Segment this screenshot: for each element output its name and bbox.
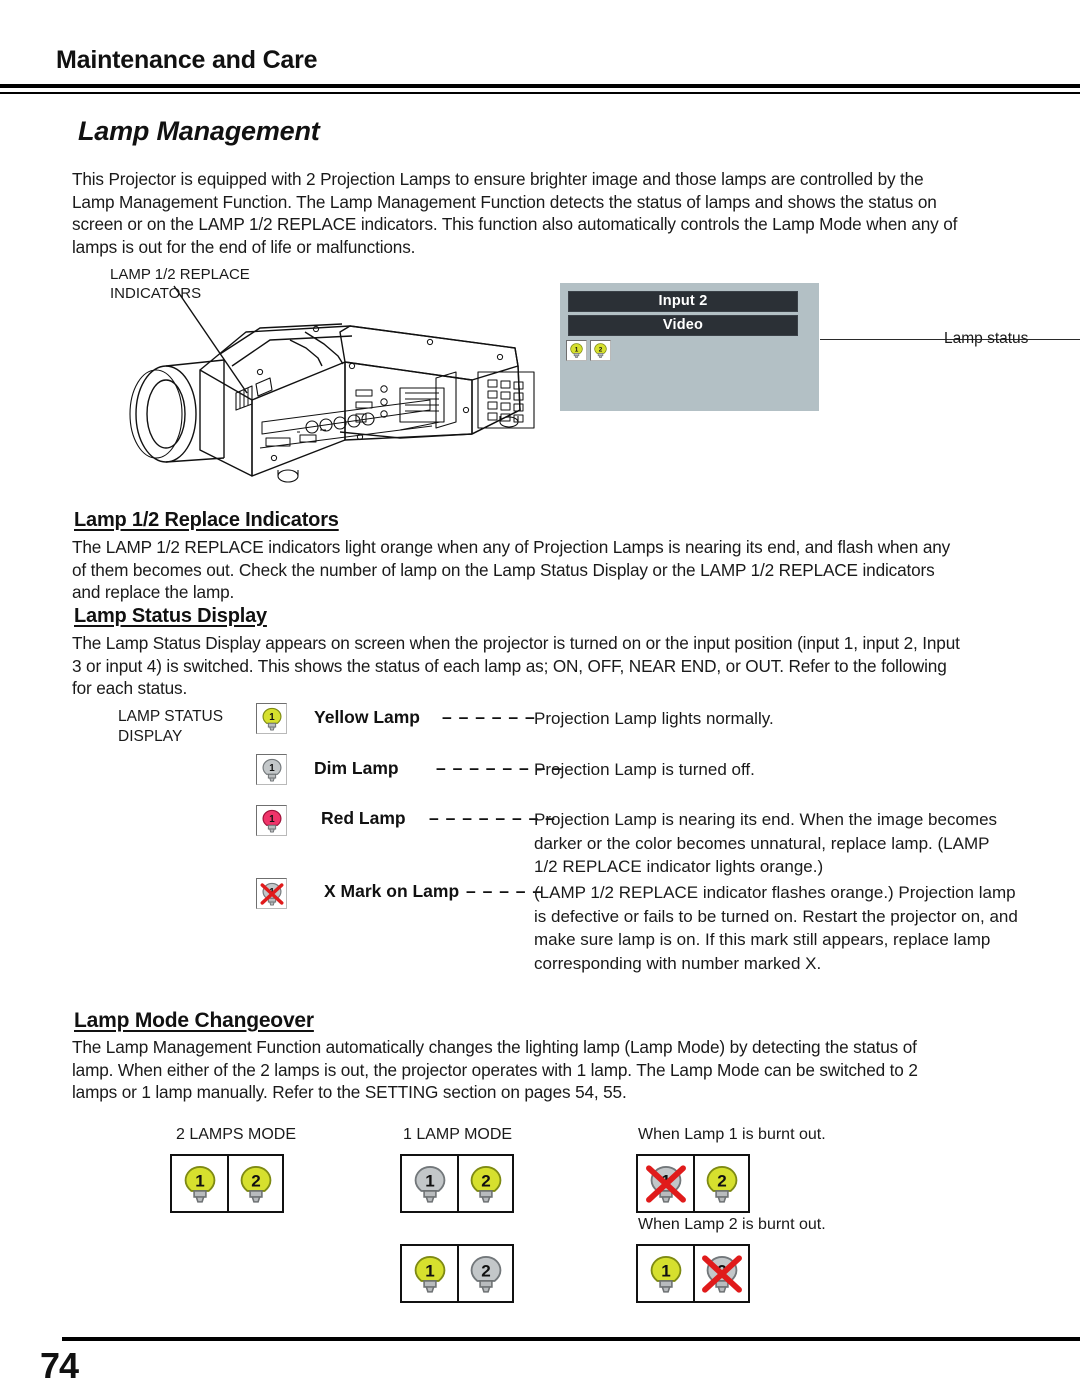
legend-term-yellow: Yellow Lamp	[314, 707, 420, 727]
lamp-red-icon: 1	[256, 805, 287, 836]
svg-text:1: 1	[269, 763, 275, 774]
mode-pair-lamp-1-burnt: 1 2	[636, 1154, 750, 1213]
svg-text:1: 1	[269, 712, 275, 723]
mode-pair-2-lamps: 1 2	[170, 1154, 284, 1213]
lamp-status-chip-1: 1	[566, 340, 587, 361]
lamp-mode-diagrams: 2 LAMPS MODE 1 2 1 LAMP MODE 1 2 1 2 Whe…	[150, 1126, 1030, 1326]
lamp-yellow-icon: 1	[256, 703, 287, 734]
legend-term-dim: Dim Lamp	[314, 758, 399, 778]
legend-desc-yellow: Projection Lamp lights normally.	[534, 709, 774, 728]
svg-text:1: 1	[425, 1261, 434, 1280]
chapter-title: Maintenance and Care	[56, 46, 318, 74]
mode-cell-lamp-2-off: 2	[457, 1246, 512, 1301]
legend-desc-red: Projection Lamp is nearing its end. When…	[534, 810, 998, 876]
legend-term-red: Red Lamp	[321, 808, 406, 828]
heading-replace-indicators: Lamp 1/2 Replace Indicators	[74, 509, 339, 531]
mode-pair-lamp-2-burnt: 1 2	[636, 1244, 750, 1303]
mode-title-lamp-1-burnt: When Lamp 1 is burnt out.	[638, 1126, 826, 1143]
osd-input-bar: Input 2	[568, 291, 798, 312]
svg-text:1: 1	[661, 1261, 670, 1280]
svg-text:2: 2	[481, 1171, 490, 1190]
replace-indicators-paragraph: The LAMP 1/2 REPLACE indicators light or…	[72, 537, 951, 603]
mode-title-1-lamp: 1 LAMP MODE	[403, 1126, 513, 1143]
svg-text:1: 1	[195, 1171, 204, 1190]
legend-dashes-x-mark: – – – – –	[466, 881, 544, 901]
legend-desc-dim: Projection Lamp is turned off.	[534, 760, 755, 779]
osd-panel: Input 2 Video 1 2	[560, 283, 1080, 411]
lamp-status-display-caption: LAMP STATUS DISPLAY	[118, 708, 224, 745]
mode-cell-lamp-1-off: 1	[402, 1156, 457, 1211]
intro-paragraph: This Projector is equipped with 2 Projec…	[72, 169, 958, 257]
lamp-status-chip-2: 2	[590, 340, 611, 361]
svg-text:2: 2	[251, 1171, 260, 1190]
svg-text:2: 2	[481, 1261, 490, 1280]
mode-title-lamp-2-burnt: When Lamp 2 is burnt out.	[638, 1216, 826, 1233]
legend-dashes-yellow: – – – – – –	[442, 707, 536, 727]
svg-text:2: 2	[717, 1171, 726, 1190]
lamp-mode-paragraph: The Lamp Management Function automatical…	[72, 1037, 918, 1103]
lamp-status-display-paragraph: The Lamp Status Display appears on scree…	[72, 633, 960, 699]
heading-lamp-mode-changeover: Lamp Mode Changeover	[74, 1009, 314, 1032]
lamp-replace-indicators-callout: LAMP 1/2 REPLACE INDICATORS	[110, 266, 250, 302]
svg-text:1: 1	[269, 814, 275, 825]
lamp-x-mark-icon: 1	[256, 878, 287, 909]
mode-cell-lamp-1-on: 1	[638, 1246, 693, 1301]
mode-cell-lamp-2-on: 2	[457, 1156, 512, 1211]
header-rule-thick	[0, 84, 1080, 88]
mode-cell-lamp-2-on: 2	[693, 1156, 748, 1211]
osd-lamp-status-group: 1 2	[566, 340, 611, 361]
page-title: Lamp Management	[78, 116, 320, 146]
on-screen-display-figure: Input 2 Video 1 2	[560, 283, 1080, 411]
svg-text:1: 1	[575, 346, 579, 353]
mode-cell-lamp-1-x: 1	[638, 1156, 693, 1211]
lamp-dim-icon: 1	[256, 754, 287, 785]
mode-cell-lamp-2-on: 2	[227, 1156, 282, 1211]
page-number: 74	[40, 1345, 79, 1386]
osd-source-bar: Video	[568, 315, 798, 336]
legend-term-x-mark: X Mark on Lamp	[324, 881, 460, 901]
mode-pair-1-lamp-b: 1 2	[400, 1244, 514, 1303]
svg-text:2: 2	[599, 346, 603, 353]
mode-cell-lamp-1-on: 1	[402, 1246, 457, 1301]
footer-rule	[62, 1337, 1080, 1341]
mode-title-2-lamps: 2 LAMPS MODE	[176, 1126, 297, 1143]
mode-cell-lamp-1-on: 1	[172, 1156, 227, 1211]
lamp-status-label: Lamp status	[944, 330, 1029, 347]
mode-cell-lamp-2-x: 2	[693, 1246, 748, 1301]
heading-lamp-status-display: Lamp Status Display	[74, 605, 267, 627]
mode-pair-1-lamp-a: 1 2	[400, 1154, 514, 1213]
header-rule-thin	[0, 92, 1080, 94]
legend-desc-x-mark: (LAMP 1/2 REPLACE indicator flashes oran…	[534, 883, 1018, 973]
svg-text:1: 1	[425, 1171, 434, 1190]
manual-page: Maintenance and Care Lamp Management Thi…	[0, 0, 1080, 1397]
